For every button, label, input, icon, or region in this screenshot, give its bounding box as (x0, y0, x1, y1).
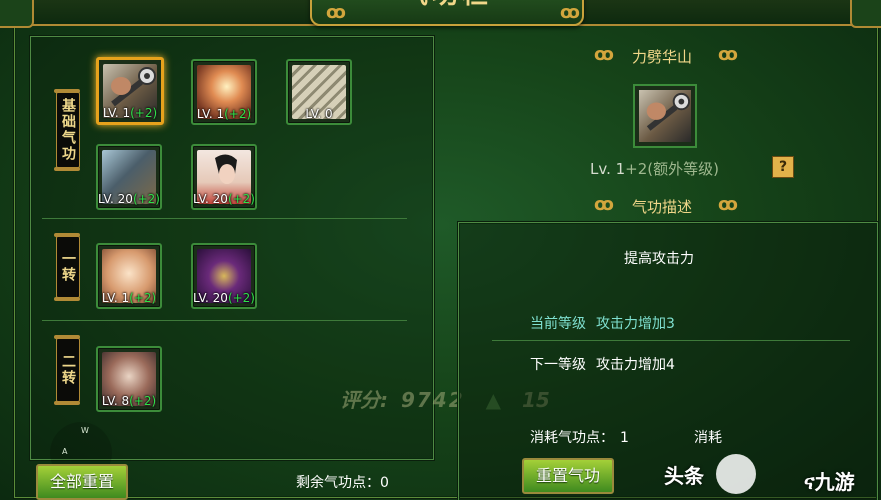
title-left-ornament-icon: ꝏ (326, 2, 346, 23)
skill-level: LV. 1(+2) (98, 291, 160, 305)
category-basic: 基础气功 (54, 89, 80, 171)
compass-north-label: W (81, 426, 89, 435)
skill-slot-li-pi-hua-shan[interactable]: LV. 1(+2) (96, 57, 164, 125)
window-title: 气功栏 (312, 0, 582, 11)
score-value: 9742 (400, 388, 465, 412)
skill-level-value: LV. 20 (98, 192, 133, 206)
desc-separator (492, 340, 850, 341)
skill-name-left-ornament-icon: ꝏ (594, 44, 614, 65)
row-separator (42, 218, 407, 219)
skill-level-bonus: (+2) (227, 291, 255, 305)
reset-skill-button[interactable]: 重置气功 (522, 458, 614, 494)
skill-level-bonus: (+2) (129, 291, 157, 305)
desc-right-ornament-icon: ꝏ (718, 194, 738, 215)
selected-skill-level: Lv. 1+2(额外等级) (590, 158, 719, 179)
skill-slot-dragon-orb[interactable]: LV. 20(+2) (191, 243, 257, 309)
title-right-ornament-icon: ꝏ (560, 2, 580, 23)
current-level-label: 当前等级 (530, 316, 586, 332)
skill-level: LV. 20(+2) (98, 192, 160, 206)
selected-skill-name: 力劈华山 (632, 48, 693, 66)
skill-level-bonus: (+2) (132, 192, 160, 206)
skill-level: LV. 20(+2) (193, 192, 255, 206)
skill-level-bonus: (+2) (227, 192, 255, 206)
skill-level-bonus: (+2) (129, 394, 157, 408)
skill-level: LV. 0 (288, 107, 350, 121)
next-level-line: 下一等级 攻击力增加4 (530, 354, 675, 374)
close-button[interactable] (0, 0, 34, 28)
remaining-points-value: 0 (380, 475, 389, 491)
reset-all-button[interactable]: 全部重置 (36, 464, 128, 500)
skill-level-value: LV. 0 (305, 107, 333, 121)
remaining-points-label: 剩余气功点： (296, 475, 380, 491)
current-level-line: 当前等级 攻击力增加3 (530, 313, 675, 333)
jiuyou-logo-icon: ና九游 (804, 470, 855, 494)
skill-level-value: LV. 1 (196, 107, 225, 121)
selected-skill-icon-frame (633, 84, 697, 148)
skill-level: LV. 1(+2) (99, 106, 161, 120)
skill-level-value: LV. 8 (101, 394, 130, 408)
next-level-effect: 攻击力增加4 (596, 357, 675, 373)
desc-header: 气功描述 (632, 198, 693, 216)
next-level-label: 下一等级 (530, 357, 586, 373)
skill-slot-palm[interactable]: LV. 1(+2) (96, 243, 162, 309)
row-separator (42, 320, 407, 321)
cost-line: 消耗气功点： 1 (530, 427, 629, 447)
level-main: Lv. 1 (590, 160, 626, 178)
watermark-circle-icon (716, 454, 756, 494)
title-banner: 气功栏 (310, 0, 584, 26)
skill-level-value: LV. 1 (102, 106, 131, 120)
skill-name-right-ornament-icon: ꝏ (718, 44, 738, 65)
desc-text: 提高攻击力 (624, 251, 694, 267)
score-label: 评分: (340, 388, 388, 412)
skill-level-bonus: (+2) (130, 106, 158, 120)
fist-hammer-icon (639, 90, 691, 142)
level-extra: +2(额外等级) (625, 160, 719, 178)
skill-level-value: LV. 1 (101, 291, 130, 305)
desc-left-ornament-icon: ꝏ (594, 194, 614, 215)
skill-slot-armor[interactable]: LV. 20(+2) (96, 144, 162, 210)
close-button-right[interactable] (850, 0, 881, 28)
skill-level-value: LV. 20 (193, 291, 228, 305)
skill-level: LV. 1(+2) (193, 107, 255, 121)
skill-slot-blade[interactable]: LV. 8(+2) (96, 346, 162, 412)
current-level-effect: 攻击力增加3 (596, 316, 675, 332)
cost-label: 消耗气功点： (530, 430, 614, 446)
qigong-window: 气功栏 ꝏ ꝏ 基础气功 一转 二转 LV. 1(+2) LV. 1(+2) L… (0, 0, 881, 500)
compass-west-label: A (62, 447, 68, 456)
category-second-transfer: 二转 (54, 335, 80, 405)
skill-slot-warrior[interactable]: LV. 20(+2) (191, 144, 257, 210)
skill-level-bonus: (+2) (224, 107, 252, 121)
cost-label-2: 消耗 (694, 430, 722, 446)
help-button[interactable]: ? (772, 156, 794, 178)
toutiao-watermark: 头条 (664, 464, 704, 488)
skill-slot-scroll[interactable]: LV. 0 (286, 59, 352, 125)
skill-slot-flame-strike[interactable]: LV. 1(+2) (191, 59, 257, 125)
skill-level: LV. 8(+2) (98, 394, 160, 408)
skill-level-value: LV. 20 (193, 192, 228, 206)
cost-value: 1 (620, 430, 629, 446)
skill-level: LV. 20(+2) (193, 291, 255, 305)
jiuyou-watermark: 九游 (814, 470, 855, 494)
remaining-points: 剩余气功点：0 (296, 472, 389, 492)
category-first-transfer: 一转 (54, 233, 80, 301)
